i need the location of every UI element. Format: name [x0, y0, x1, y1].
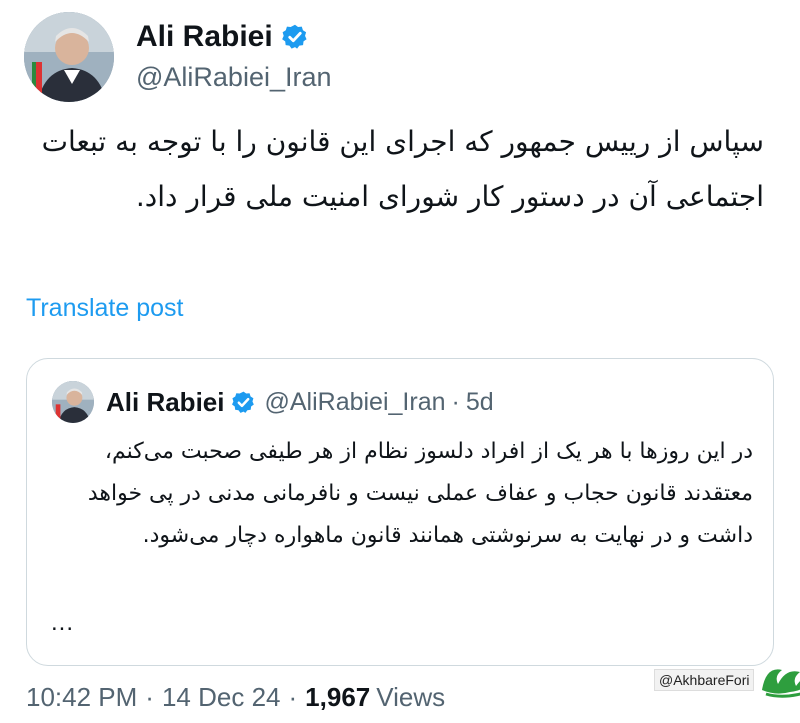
watermark-handle: @AkhbareFori [654, 669, 755, 691]
separator-dot: · [451, 387, 460, 416]
watermark: @AkhbareFori [654, 660, 800, 700]
views-count[interactable]: 1,967 [305, 682, 370, 713]
author-display-name[interactable]: Ali Rabiei [136, 19, 273, 55]
quoted-tweet-card[interactable]: Ali Rabiei @AliRabiei_Iran · 5d در این ر… [26, 358, 774, 666]
author-handle[interactable]: @AliRabiei_Iran [136, 59, 332, 95]
tweet-date[interactable]: 14 Dec 24 [162, 682, 281, 713]
quoted-author-handle[interactable]: @AliRabiei_Iran [264, 388, 445, 417]
quoted-tweet-text: در این روزها با هر یک از افراد دلسوز نظا… [87, 439, 753, 548]
profile-photo-icon [52, 381, 94, 423]
quoted-author-avatar[interactable] [52, 381, 94, 423]
tweet-time[interactable]: 10:42 PM [26, 682, 137, 713]
profile-photo-icon [24, 12, 114, 102]
views-label: Views [376, 682, 446, 712]
translate-post-link[interactable]: Translate post [26, 294, 183, 323]
akhbare-fori-logo-icon [762, 669, 800, 698]
quoted-author-display-name[interactable]: Ali Rabiei [106, 387, 224, 418]
separator-dot: · [145, 682, 154, 712]
author-avatar[interactable] [24, 12, 114, 102]
verified-badge-icon [281, 24, 307, 49]
tweet-header: Ali Rabiei @AliRabiei_Iran [24, 12, 332, 102]
quoted-tweet-header: Ali Rabiei @AliRabiei_Iran · 5d [52, 381, 494, 423]
tweet-meta: 10:42 PM · 14 Dec 24 · 1,967 Views [26, 682, 445, 713]
quoted-tweet-time[interactable]: 5d [466, 388, 494, 417]
separator-dot: · [288, 682, 298, 712]
quoted-tweet-ellipsis: ... [51, 609, 75, 636]
verified-badge-icon [232, 391, 255, 413]
tweet-text: سپاس از رییس جمهور که اجرای این قانون را… [41, 125, 764, 213]
